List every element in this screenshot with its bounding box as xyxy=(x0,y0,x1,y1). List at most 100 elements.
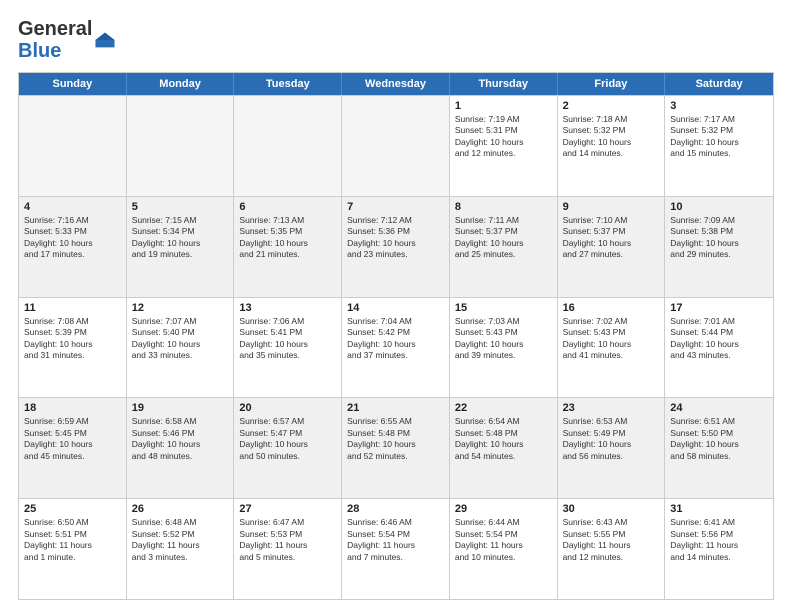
day-number: 1 xyxy=(455,100,552,112)
weekday-header-saturday: Saturday xyxy=(665,73,773,95)
day-number: 8 xyxy=(455,201,552,213)
calendar-cell: 5 Sunrise: 7:15 AM Sunset: 5:34 PM Daylig… xyxy=(127,197,235,297)
day-number: 5 xyxy=(132,201,229,213)
cell-info: Sunrise: 6:57 AM Sunset: 5:47 PM Dayligh… xyxy=(239,416,336,462)
cell-info: Sunrise: 6:46 AM Sunset: 5:54 PM Dayligh… xyxy=(347,517,444,563)
cell-info: Sunrise: 7:09 AM Sunset: 5:38 PM Dayligh… xyxy=(670,215,768,261)
calendar-cell: 26 Sunrise: 6:48 AM Sunset: 5:52 PM Dayli… xyxy=(127,499,235,599)
calendar-cell: 20Sunrise: 6:57 AM Sunset: 5:47 PM Dayli… xyxy=(234,398,342,498)
day-number: 23 xyxy=(563,402,660,414)
cell-info: Sunrise: 7:04 AM Sunset: 5:42 PM Dayligh… xyxy=(347,316,444,362)
cell-info: Sunrise: 6:54 AM Sunset: 5:48 PM Dayligh… xyxy=(455,416,552,462)
calendar-cell: 24Sunrise: 6:51 AM Sunset: 5:50 PM Dayli… xyxy=(665,398,773,498)
page-header: GeneralBlue xyxy=(18,18,774,62)
cell-info: Sunrise: 7:12 AM Sunset: 5:36 PM Dayligh… xyxy=(347,215,444,261)
logo-icon xyxy=(94,29,116,51)
calendar-cell: 13Sunrise: 7:06 AM Sunset: 5:41 PM Dayli… xyxy=(234,298,342,398)
day-number: 6 xyxy=(239,201,336,213)
cell-info: Sunrise: 7:10 AM Sunset: 5:37 PM Dayligh… xyxy=(563,215,660,261)
calendar-cell: 7 Sunrise: 7:12 AM Sunset: 5:36 PM Daylig… xyxy=(342,197,450,297)
day-number: 7 xyxy=(347,201,444,213)
cell-info: Sunrise: 7:16 AM Sunset: 5:33 PM Dayligh… xyxy=(24,215,121,261)
calendar-cell: 19 Sunrise: 6:58 AM Sunset: 5:46 PM Dayli… xyxy=(127,398,235,498)
cell-info: Sunrise: 6:53 AM Sunset: 5:49 PM Dayligh… xyxy=(563,416,660,462)
day-number: 31 xyxy=(670,503,768,515)
day-number: 30 xyxy=(563,503,660,515)
cell-info: Sunrise: 6:43 AM Sunset: 5:55 PM Dayligh… xyxy=(563,517,660,563)
cell-info: Sunrise: 6:44 AM Sunset: 5:54 PM Dayligh… xyxy=(455,517,552,563)
cell-info: Sunrise: 6:50 AM Sunset: 5:51 PM Dayligh… xyxy=(24,517,121,563)
cell-info: Sunrise: 7:02 AM Sunset: 5:43 PM Dayligh… xyxy=(563,316,660,362)
day-number: 3 xyxy=(670,100,768,112)
calendar-cell: 28 Sunrise: 6:46 AM Sunset: 5:54 PM Dayli… xyxy=(342,499,450,599)
day-number: 10 xyxy=(670,201,768,213)
day-number: 25 xyxy=(24,503,121,515)
calendar-row-4: 18 Sunrise: 6:59 AM Sunset: 5:45 PM Dayli… xyxy=(19,397,773,498)
cell-info: Sunrise: 6:41 AM Sunset: 5:56 PM Dayligh… xyxy=(670,517,768,563)
day-number: 21 xyxy=(347,402,444,414)
cell-info: Sunrise: 6:58 AM Sunset: 5:46 PM Dayligh… xyxy=(132,416,229,462)
calendar-cell: 14Sunrise: 7:04 AM Sunset: 5:42 PM Dayli… xyxy=(342,298,450,398)
cell-info: Sunrise: 7:11 AM Sunset: 5:37 PM Dayligh… xyxy=(455,215,552,261)
day-number: 18 xyxy=(24,402,121,414)
logo: GeneralBlue xyxy=(18,18,116,62)
day-number: 9 xyxy=(563,201,660,213)
calendar-cell: 6 Sunrise: 7:13 AM Sunset: 5:35 PM Daylig… xyxy=(234,197,342,297)
cell-info: Sunrise: 7:18 AM Sunset: 5:32 PM Dayligh… xyxy=(563,114,660,160)
cell-info: Sunrise: 7:17 AM Sunset: 5:32 PM Dayligh… xyxy=(670,114,768,160)
cell-info: Sunrise: 7:15 AM Sunset: 5:34 PM Dayligh… xyxy=(132,215,229,261)
calendar-cell: 2 Sunrise: 7:18 AM Sunset: 5:32 PM Daylig… xyxy=(558,96,666,196)
calendar-cell: 8 Sunrise: 7:11 AM Sunset: 5:37 PM Daylig… xyxy=(450,197,558,297)
calendar-cell: 3 Sunrise: 7:17 AM Sunset: 5:32 PM Daylig… xyxy=(665,96,773,196)
day-number: 11 xyxy=(24,302,121,314)
cell-info: Sunrise: 7:03 AM Sunset: 5:43 PM Dayligh… xyxy=(455,316,552,362)
calendar-header: SundayMondayTuesdayWednesdayThursdayFrid… xyxy=(19,73,773,95)
calendar-cell: 31 Sunrise: 6:41 AM Sunset: 5:56 PM Dayli… xyxy=(665,499,773,599)
cell-info: Sunrise: 6:59 AM Sunset: 5:45 PM Dayligh… xyxy=(24,416,121,462)
cell-info: Sunrise: 6:51 AM Sunset: 5:50 PM Dayligh… xyxy=(670,416,768,462)
day-number: 17 xyxy=(670,302,768,314)
calendar-cell: 12 Sunrise: 7:07 AM Sunset: 5:40 PM Dayli… xyxy=(127,298,235,398)
calendar-body: 1 Sunrise: 7:19 AM Sunset: 5:31 PM Daylig… xyxy=(19,95,773,599)
cell-info: Sunrise: 7:07 AM Sunset: 5:40 PM Dayligh… xyxy=(132,316,229,362)
day-number: 28 xyxy=(347,503,444,515)
calendar-cell: 29 Sunrise: 6:44 AM Sunset: 5:54 PM Dayli… xyxy=(450,499,558,599)
cell-info: Sunrise: 7:13 AM Sunset: 5:35 PM Dayligh… xyxy=(239,215,336,261)
cell-info: Sunrise: 7:01 AM Sunset: 5:44 PM Dayligh… xyxy=(670,316,768,362)
day-number: 16 xyxy=(563,302,660,314)
cell-info: Sunrise: 7:08 AM Sunset: 5:39 PM Dayligh… xyxy=(24,316,121,362)
weekday-header-sunday: Sunday xyxy=(19,73,127,95)
day-number: 22 xyxy=(455,402,552,414)
weekday-header-monday: Monday xyxy=(127,73,235,95)
cell-info: Sunrise: 6:47 AM Sunset: 5:53 PM Dayligh… xyxy=(239,517,336,563)
calendar-cell xyxy=(342,96,450,196)
day-number: 2 xyxy=(563,100,660,112)
calendar-cell: 18 Sunrise: 6:59 AM Sunset: 5:45 PM Dayli… xyxy=(19,398,127,498)
day-number: 26 xyxy=(132,503,229,515)
calendar-cell: 4Sunrise: 7:16 AM Sunset: 5:33 PM Daylig… xyxy=(19,197,127,297)
weekday-header-friday: Friday xyxy=(558,73,666,95)
day-number: 19 xyxy=(132,402,229,414)
logo-blue-text: Blue xyxy=(18,40,92,62)
calendar-cell: 10 Sunrise: 7:09 AM Sunset: 5:38 PM Dayli… xyxy=(665,197,773,297)
cell-info: Sunrise: 7:19 AM Sunset: 5:31 PM Dayligh… xyxy=(455,114,552,160)
calendar-cell xyxy=(19,96,127,196)
calendar-row-2: 4Sunrise: 7:16 AM Sunset: 5:33 PM Daylig… xyxy=(19,196,773,297)
calendar: SundayMondayTuesdayWednesdayThursdayFrid… xyxy=(18,72,774,600)
cell-info: Sunrise: 7:06 AM Sunset: 5:41 PM Dayligh… xyxy=(239,316,336,362)
calendar-row-5: 25 Sunrise: 6:50 AM Sunset: 5:51 PM Dayli… xyxy=(19,498,773,599)
calendar-cell: 17 Sunrise: 7:01 AM Sunset: 5:44 PM Dayli… xyxy=(665,298,773,398)
calendar-cell: 15Sunrise: 7:03 AM Sunset: 5:43 PM Dayli… xyxy=(450,298,558,398)
calendar-cell xyxy=(127,96,235,196)
day-number: 29 xyxy=(455,503,552,515)
day-number: 12 xyxy=(132,302,229,314)
calendar-cell: 9 Sunrise: 7:10 AM Sunset: 5:37 PM Daylig… xyxy=(558,197,666,297)
calendar-cell xyxy=(234,96,342,196)
calendar-cell: 30 Sunrise: 6:43 AM Sunset: 5:55 PM Dayli… xyxy=(558,499,666,599)
calendar-cell: 21 Sunrise: 6:55 AM Sunset: 5:48 PM Dayli… xyxy=(342,398,450,498)
calendar-cell: 27Sunrise: 6:47 AM Sunset: 5:53 PM Dayli… xyxy=(234,499,342,599)
calendar-cell: 16 Sunrise: 7:02 AM Sunset: 5:43 PM Dayli… xyxy=(558,298,666,398)
cell-info: Sunrise: 6:55 AM Sunset: 5:48 PM Dayligh… xyxy=(347,416,444,462)
calendar-cell: 1 Sunrise: 7:19 AM Sunset: 5:31 PM Daylig… xyxy=(450,96,558,196)
cell-info: Sunrise: 6:48 AM Sunset: 5:52 PM Dayligh… xyxy=(132,517,229,563)
